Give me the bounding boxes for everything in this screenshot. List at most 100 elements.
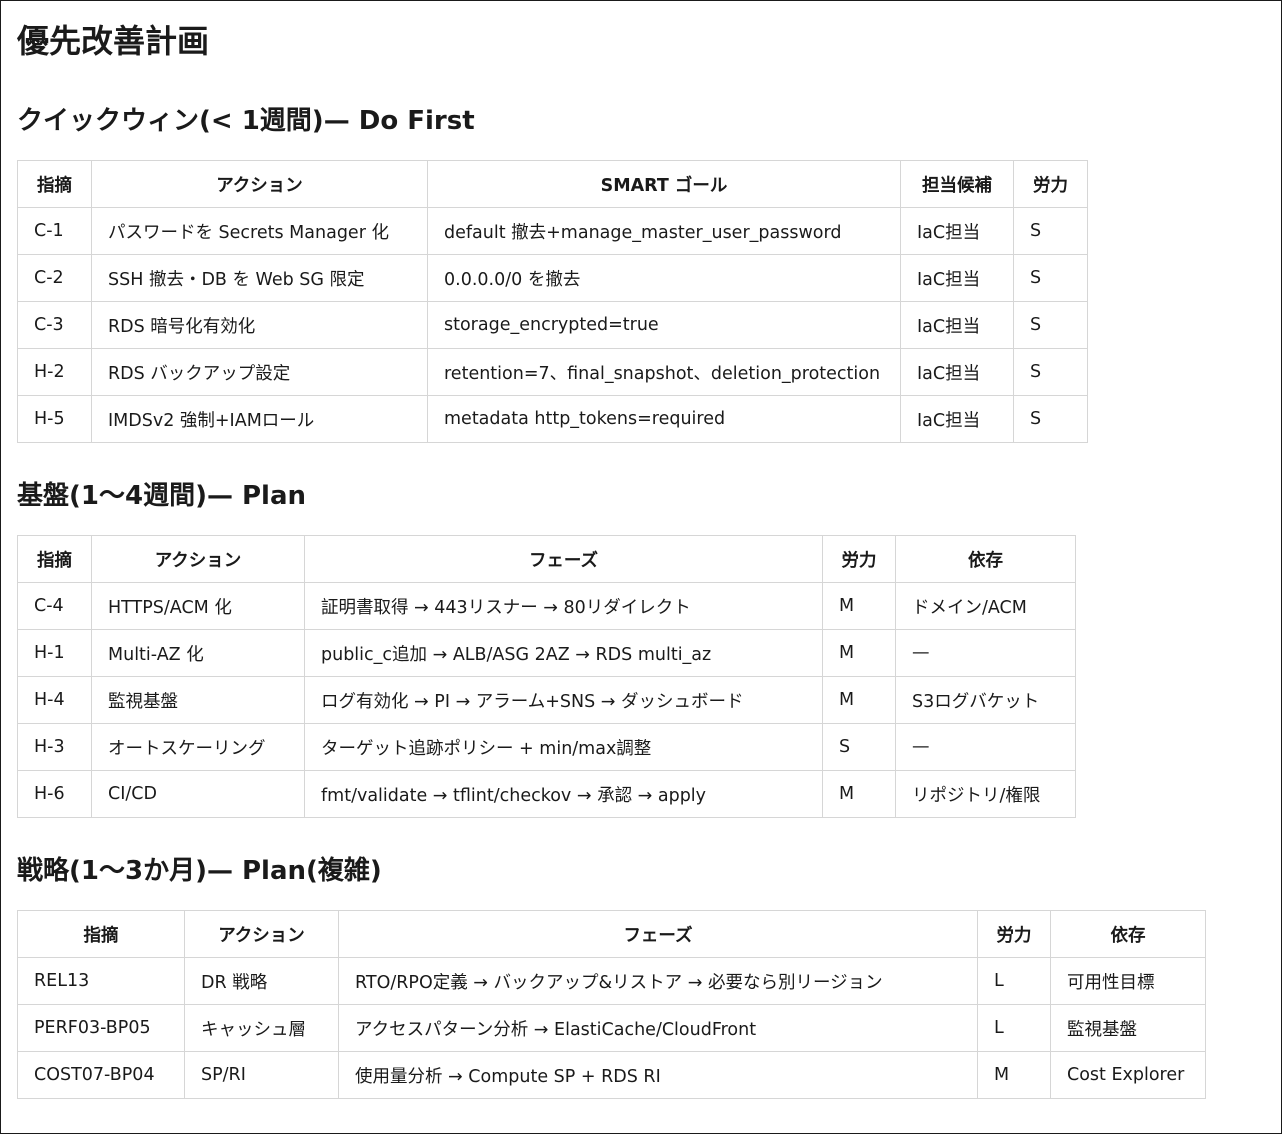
- table-cell: HTTPS/ACM 化: [91, 582, 305, 630]
- table-cell: H-6: [17, 770, 92, 818]
- table-cell: オートスケーリング: [91, 723, 305, 771]
- table-header-row: 指摘 アクション フェーズ 労力 依存: [17, 910, 1206, 958]
- table-cell: SSH 撤去・DB を Web SG 限定: [91, 254, 428, 302]
- table-row: PERF03-BP05 キャッシュ層 アクセスパターン分析 → ElastiCa…: [17, 1004, 1206, 1052]
- column-header: 労力: [1013, 160, 1088, 208]
- table-cell: RTO/RPO定義 → バックアップ&リストア → 必要なら別リージョン: [338, 957, 978, 1005]
- table-cell: retention=7、final_snapshot、deletion_prot…: [427, 348, 901, 396]
- table-cell: M: [977, 1051, 1051, 1099]
- table-cell: H-5: [17, 395, 92, 443]
- table-cell: C-4: [17, 582, 92, 630]
- document-frame: 優先改善計画 クイックウィン(< 1週間)— Do First 指摘 アクション…: [0, 0, 1282, 1134]
- table-row: C-3 RDS 暗号化有効化 storage_encrypted=true Ia…: [17, 301, 1088, 349]
- table-row: H-4 監視基盤 ログ有効化 → PI → アラーム+SNS → ダッシュボード…: [17, 676, 1076, 724]
- table-cell: S: [1013, 301, 1088, 349]
- table-cell: S: [1013, 395, 1088, 443]
- column-header: アクション: [184, 910, 339, 958]
- table-row: C-4 HTTPS/ACM 化 証明書取得 → 443リスナー → 80リダイレ…: [17, 582, 1076, 630]
- table-cell: パスワードを Secrets Manager 化: [91, 207, 428, 255]
- column-header: 労力: [822, 535, 896, 583]
- table-cell: —: [895, 629, 1076, 677]
- table-cell: H-1: [17, 629, 92, 677]
- column-header: フェーズ: [338, 910, 978, 958]
- table-cell: storage_encrypted=true: [427, 301, 901, 349]
- table-cell: IMDSv2 強制+IAMロール: [91, 395, 428, 443]
- table-cell: M: [822, 770, 896, 818]
- table-row: C-1 パスワードを Secrets Manager 化 default 撤去+…: [17, 207, 1088, 255]
- table-cell: H-4: [17, 676, 92, 724]
- table-cell: 可用性目標: [1050, 957, 1206, 1005]
- column-header: 労力: [977, 910, 1051, 958]
- column-header: フェーズ: [304, 535, 823, 583]
- table-cell: H-2: [17, 348, 92, 396]
- table-cell: Cost Explorer: [1050, 1051, 1206, 1099]
- table-cell: RDS 暗号化有効化: [91, 301, 428, 349]
- table-row: REL13 DR 戦略 RTO/RPO定義 → バックアップ&リストア → 必要…: [17, 957, 1206, 1005]
- column-header: 指摘: [17, 535, 92, 583]
- table-cell: public_c追加 → ALB/ASG 2AZ → RDS multi_az: [304, 629, 823, 677]
- table-cell: C-1: [17, 207, 92, 255]
- table-cell: M: [822, 629, 896, 677]
- table-cell: IaC担当: [900, 301, 1014, 349]
- table-cell: リポジトリ/権限: [895, 770, 1076, 818]
- table-cell: COST07-BP04: [17, 1051, 185, 1099]
- table-cell: L: [977, 1004, 1051, 1052]
- column-header: 依存: [1050, 910, 1206, 958]
- column-header: 指摘: [17, 910, 185, 958]
- table-cell: 監視基盤: [1050, 1004, 1206, 1052]
- page-title: 優先改善計画: [17, 22, 210, 60]
- table-cell: IaC担当: [900, 254, 1014, 302]
- table-cell: IaC担当: [900, 395, 1014, 443]
- table-cell: L: [977, 957, 1051, 1005]
- quick-wins-table: 指摘 アクション SMART ゴール 担当候補 労力 C-1 パスワードを Se…: [17, 160, 1088, 443]
- table-header-row: 指摘 アクション SMART ゴール 担当候補 労力: [17, 160, 1088, 208]
- table-cell: ログ有効化 → PI → アラーム+SNS → ダッシュボード: [304, 676, 823, 724]
- table-cell: C-3: [17, 301, 92, 349]
- table-row: H-2 RDS バックアップ設定 retention=7、final_snaps…: [17, 348, 1088, 396]
- table-cell: ドメイン/ACM: [895, 582, 1076, 630]
- table-cell: metadata http_tokens=required: [427, 395, 901, 443]
- table-cell: 0.0.0.0/0 を撤去: [427, 254, 901, 302]
- table-cell: M: [822, 582, 896, 630]
- column-header: アクション: [91, 160, 428, 208]
- table-cell: H-3: [17, 723, 92, 771]
- table-cell: SP/RI: [184, 1051, 339, 1099]
- table-row: H-5 IMDSv2 強制+IAMロール metadata http_token…: [17, 395, 1088, 443]
- table-cell: default 撤去+manage_master_user_password: [427, 207, 901, 255]
- table-cell: S: [1013, 207, 1088, 255]
- table-cell: M: [822, 676, 896, 724]
- column-header: アクション: [91, 535, 305, 583]
- table-cell: IaC担当: [900, 348, 1014, 396]
- table-row: H-1 Multi-AZ 化 public_c追加 → ALB/ASG 2AZ …: [17, 629, 1076, 677]
- column-header: 担当候補: [900, 160, 1014, 208]
- table-cell: S: [822, 723, 896, 771]
- table-cell: アクセスパターン分析 → ElastiCache/CloudFront: [338, 1004, 978, 1052]
- table-cell: Multi-AZ 化: [91, 629, 305, 677]
- column-header: 指摘: [17, 160, 92, 208]
- strategy-table: 指摘 アクション フェーズ 労力 依存 REL13 DR 戦略 RTO/RPO定…: [17, 910, 1206, 1099]
- table-cell: S: [1013, 348, 1088, 396]
- table-cell: 使用量分析 → Compute SP + RDS RI: [338, 1051, 978, 1099]
- table-cell: ターゲット追跡ポリシー + min/max調整: [304, 723, 823, 771]
- column-header: SMART ゴール: [427, 160, 901, 208]
- table-cell: PERF03-BP05: [17, 1004, 185, 1052]
- table-cell: S3ログバケット: [895, 676, 1076, 724]
- table-row: C-2 SSH 撤去・DB を Web SG 限定 0.0.0.0/0 を撤去 …: [17, 254, 1088, 302]
- section-title-quick-wins: クイックウィン(< 1週間)— Do First: [17, 106, 475, 136]
- table-cell: IaC担当: [900, 207, 1014, 255]
- table-cell: S: [1013, 254, 1088, 302]
- table-cell: REL13: [17, 957, 185, 1005]
- table-cell: fmt/validate → tflint/checkov → 承認 → app…: [304, 770, 823, 818]
- table-cell: 監視基盤: [91, 676, 305, 724]
- table-header-row: 指摘 アクション フェーズ 労力 依存: [17, 535, 1076, 583]
- table-row: H-6 CI/CD fmt/validate → tflint/checkov …: [17, 770, 1076, 818]
- section-title-strategy: 戦略(1〜3か月)— Plan(複雑): [17, 856, 382, 886]
- table-cell: DR 戦略: [184, 957, 339, 1005]
- table-cell: 証明書取得 → 443リスナー → 80リダイレクト: [304, 582, 823, 630]
- table-row: H-3 オートスケーリング ターゲット追跡ポリシー + min/max調整 S …: [17, 723, 1076, 771]
- table-cell: C-2: [17, 254, 92, 302]
- table-cell: CI/CD: [91, 770, 305, 818]
- table-row: COST07-BP04 SP/RI 使用量分析 → Compute SP + R…: [17, 1051, 1206, 1099]
- foundation-table: 指摘 アクション フェーズ 労力 依存 C-4 HTTPS/ACM 化 証明書取…: [17, 535, 1076, 818]
- column-header: 依存: [895, 535, 1076, 583]
